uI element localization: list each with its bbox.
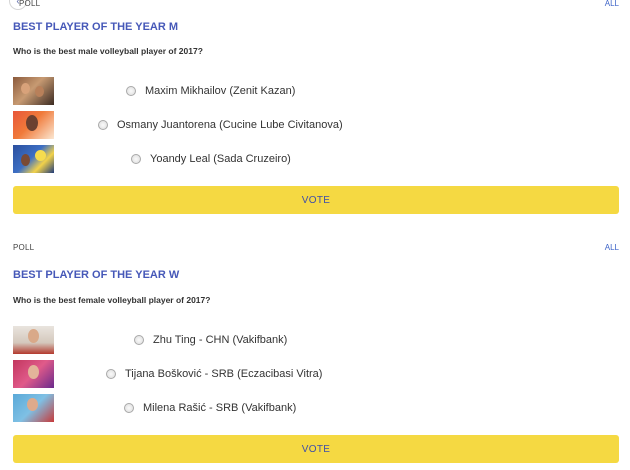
radio-button[interactable] (124, 403, 134, 413)
player-photo (13, 394, 54, 422)
option-choice[interactable]: Milena Rašić - SRB (Vakifbank) (124, 394, 296, 422)
radio-button[interactable] (134, 335, 144, 345)
poll-title: BEST PLAYER OF THE YEAR M (13, 21, 179, 33)
option-label: Yoandy Leal (Sada Cruzeiro) (150, 153, 291, 165)
option-choice[interactable]: Zhu Ting - CHN (Vakifbank) (134, 326, 287, 354)
option-label: Zhu Ting - CHN (Vakifbank) (153, 334, 288, 346)
poll-question: Who is the best female volleyball player… (13, 295, 211, 305)
option-label: Osmany Juantorena (Cucine Lube Civitanov… (117, 119, 343, 131)
all-polls-link[interactable]: ALL (605, 243, 619, 252)
poll-header: POLL ALL (13, 240, 619, 252)
option-label: Maxim Mikhailov (Zenit Kazan) (145, 85, 296, 97)
player-photo (13, 111, 54, 139)
poll-option[interactable]: Milena Rašić - SRB (Vakifbank) (13, 394, 623, 422)
poll-option[interactable]: Osmany Juantorena (Cucine Lube Civitanov… (13, 111, 623, 139)
poll-option[interactable]: Yoandy Leal (Sada Cruzeiro) (13, 145, 623, 173)
radio-button[interactable] (106, 369, 116, 379)
radio-button[interactable] (131, 154, 141, 164)
poll-section-label: POLL (13, 243, 35, 252)
player-photo (13, 326, 54, 354)
poll-header: ‹ POLL ALL (9, 0, 619, 12)
poll-option[interactable]: Maxim Mikhailov (Zenit Kazan) (13, 77, 623, 105)
option-choice[interactable]: Yoandy Leal (Sada Cruzeiro) (131, 145, 291, 173)
radio-button[interactable] (126, 86, 136, 96)
poll-question: Who is the best male volleyball player o… (13, 46, 203, 56)
vote-button[interactable]: VOTE (13, 435, 619, 463)
poll-male: ‹ POLL ALL BEST PLAYER OF THE YEAR M Who… (0, 0, 630, 230)
vote-button[interactable]: VOTE (13, 186, 619, 214)
poll-female: POLL ALL BEST PLAYER OF THE YEAR W Who i… (0, 240, 630, 470)
player-photo (13, 77, 54, 105)
poll-title: BEST PLAYER OF THE YEAR W (13, 269, 180, 281)
radio-button[interactable] (98, 120, 108, 130)
option-choice[interactable]: Osmany Juantorena (Cucine Lube Civitanov… (98, 111, 343, 139)
option-choice[interactable]: Tijana Bošković - SRB (Eczacibasi Vitra) (106, 360, 322, 388)
option-label: Milena Rašić - SRB (Vakifbank) (143, 402, 297, 414)
poll-option[interactable]: Zhu Ting - CHN (Vakifbank) (13, 326, 623, 354)
player-photo (13, 145, 54, 173)
poll-option[interactable]: Tijana Bošković - SRB (Eczacibasi Vitra) (13, 360, 623, 388)
all-polls-link[interactable]: ALL (605, 0, 619, 8)
poll-section-label: POLL (19, 0, 41, 8)
player-photo (13, 360, 54, 388)
option-label: Tijana Bošković - SRB (Eczacibasi Vitra) (125, 368, 323, 380)
option-choice[interactable]: Maxim Mikhailov (Zenit Kazan) (126, 77, 295, 105)
